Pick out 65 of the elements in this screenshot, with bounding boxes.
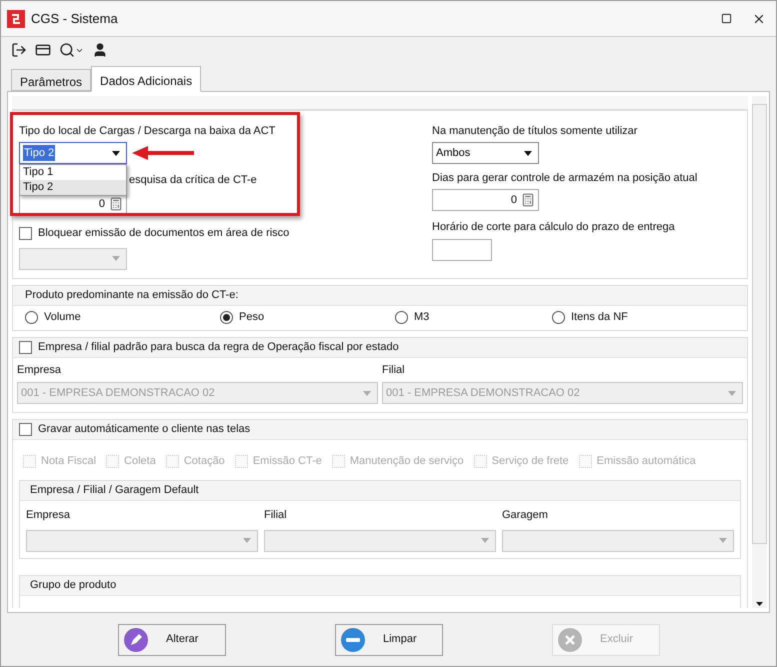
radio-label: M3: [414, 310, 430, 326]
checkbox-label: Coleta: [124, 454, 156, 469]
annotation-arrow: [132, 146, 194, 160]
checkbox[interactable]: [19, 226, 32, 240]
field-label: Tipo do local de Cargas / Descarga na baixa da ACT: [19, 124, 276, 139]
checkbox-label: Bloquear emissão de documentos em área de risco: [38, 226, 290, 241]
checkbox-label: Cotação: [184, 454, 225, 469]
field-label: esquisa da crítica de CT-e: [129, 173, 257, 188]
checkbox-label: Nota Fiscal: [41, 454, 96, 469]
radio-button[interactable]: [220, 311, 233, 324]
calculator-icon: [521, 193, 535, 207]
radio-button[interactable]: [395, 311, 408, 324]
radio-label: Peso: [239, 310, 264, 326]
checkbox-label: Emissão automática: [596, 454, 696, 469]
checkbox-label: Emissão CT-e: [252, 454, 322, 469]
time-field[interactable]: [432, 239, 492, 261]
number-field[interactable]: 0: [432, 189, 539, 211]
dropdown-caret-icon: [243, 538, 251, 543]
minus-icon: [341, 628, 365, 652]
dropdown-caret-icon: [363, 390, 371, 396]
clear-button[interactable]: Limpar: [335, 624, 443, 656]
tab[interactable]: Dados Adicionais: [91, 66, 202, 92]
maximize-icon[interactable]: [721, 13, 732, 24]
field-label: Empresa: [26, 508, 72, 523]
dropdown-caret-icon: [481, 538, 489, 543]
field-label: Na manutenção de títulos somente utilizar: [432, 124, 638, 139]
checkbox-label: Gravar automáticamente o cliente nas telas: [38, 422, 250, 438]
field-label: Empresa: [17, 362, 62, 378]
section-title: Produto predominante na emissão do CT-e:: [24, 288, 238, 303]
radio-label: Volume: [44, 310, 81, 326]
section-title: Grupo de produto: [29, 578, 116, 593]
radio-button[interactable]: [552, 311, 565, 324]
search-icon[interactable]: [59, 42, 84, 58]
field-label: Filial: [382, 362, 406, 378]
checkbox-label: Serviço de frete: [492, 454, 569, 469]
tab[interactable]: Parâmetros: [11, 69, 92, 91]
dropdown-caret-icon: [728, 390, 736, 396]
radio-button[interactable]: [25, 311, 38, 324]
checkbox-label: Manutenção de serviço: [350, 454, 464, 469]
app-logo-icon: [7, 10, 25, 28]
dropdown-option[interactable]: Tipo 2: [20, 180, 126, 195]
dropdown-caret-icon: [112, 150, 120, 156]
dropdown-caret-icon: [112, 256, 120, 261]
user-icon[interactable]: [92, 42, 108, 58]
field-label: Filial: [264, 508, 288, 523]
window-title: CGS - Sistema: [31, 10, 118, 28]
section-title: Empresa / Filial / Garagem Default: [29, 483, 199, 498]
checkbox[interactable]: [19, 423, 32, 436]
field-label: Horário de corte para cálculo do prazo de entrega: [432, 220, 676, 235]
radio-label: Itens da NF: [571, 310, 628, 326]
dropdown-caret-icon: [719, 538, 727, 543]
checkbox-label: Empresa / filial padrão para busca da regra de Operação fiscal por estado: [38, 340, 399, 355]
pencil-icon: [124, 628, 148, 652]
dropdown[interactable]: Tipo 2: [19, 142, 127, 164]
close-icon: [558, 628, 582, 652]
dropdown[interactable]: Ambos: [432, 142, 539, 164]
field-label: Garagem: [502, 508, 549, 523]
calculator-icon: [109, 197, 123, 211]
dropdown-option[interactable]: Tipo 1: [20, 165, 126, 180]
exit-icon[interactable]: [11, 42, 27, 58]
dropdown-caret-icon: [524, 150, 532, 156]
card-icon[interactable]: [35, 42, 51, 58]
checkbox[interactable]: [19, 340, 32, 354]
edit-button[interactable]: Alterar: [118, 624, 226, 656]
field-label: Dias para gerar controle de armazém na posição atual: [432, 171, 698, 186]
